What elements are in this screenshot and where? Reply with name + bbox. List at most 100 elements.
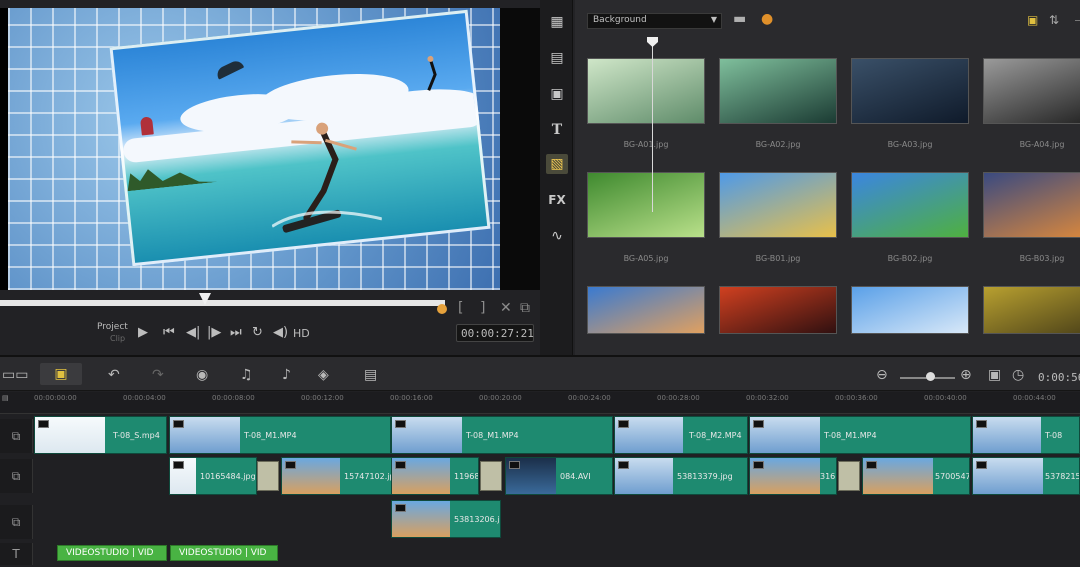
title-clip[interactable]: VIDEOSTUDIO | VID bbox=[57, 545, 167, 561]
timeline-clip[interactable]: 53813206.jpg bbox=[391, 500, 501, 538]
clock-icon[interactable]: ◷ bbox=[1012, 367, 1024, 383]
zoom-slider-knob[interactable] bbox=[926, 372, 935, 381]
library-thumbnail[interactable] bbox=[587, 286, 705, 334]
sort-icon[interactable]: ⇅ bbox=[1049, 13, 1059, 27]
instant-project-icon[interactable]: ▤ bbox=[546, 48, 568, 68]
timeline-clip[interactable]: T-08_M2.MP4 bbox=[614, 416, 748, 454]
previous-frame-icon[interactable]: ◀| bbox=[186, 325, 200, 340]
library-thumbnail[interactable] bbox=[719, 172, 837, 238]
storyboard-view-icon[interactable]: ▭▭ bbox=[2, 367, 28, 383]
ruler-tick-label: 00:00:36:00 bbox=[835, 394, 878, 402]
library-thumbnail-label: BG-B02.jpg bbox=[887, 254, 933, 263]
library-thumbnail[interactable] bbox=[983, 58, 1080, 124]
sound-mixer-icon[interactable]: ♫ bbox=[240, 367, 253, 383]
fit-project-icon[interactable]: ▣ bbox=[988, 367, 1001, 383]
library-thumbnail[interactable] bbox=[587, 172, 705, 238]
library-thumbnail[interactable] bbox=[851, 172, 969, 238]
folder-dropdown[interactable]: Background ▼ bbox=[587, 13, 722, 29]
enlarge-preview-icon[interactable]: ⧉ bbox=[520, 300, 530, 316]
timeline-clip[interactable]: 53813379.jpg bbox=[614, 457, 748, 495]
hd-preview-button[interactable]: HD bbox=[293, 327, 310, 340]
timeline-clip[interactable]: 084.AVI bbox=[505, 457, 613, 495]
transition-icon[interactable]: ▣ bbox=[546, 84, 568, 104]
library-thumbnail-label: BG-B01.jpg bbox=[755, 254, 801, 263]
home-icon[interactable]: ⏮ bbox=[163, 325, 175, 340]
overlay-track-1-header[interactable]: ⧉ bbox=[0, 459, 33, 493]
timeline-clip[interactable]: T-08_M1.MP4 bbox=[749, 416, 971, 454]
clip-type-icon bbox=[618, 420, 629, 428]
clip-label: T-08_M1.MP4 bbox=[244, 431, 297, 440]
preview-screen[interactable] bbox=[0, 8, 540, 290]
ruler-tick-label: 00:00:12:00 bbox=[301, 394, 344, 402]
clip-type-icon bbox=[509, 461, 520, 469]
record-capture-icon[interactable]: ◉ bbox=[196, 367, 208, 383]
split-clip-icon[interactable]: ✕ bbox=[500, 300, 512, 316]
next-frame-icon[interactable]: |▶ bbox=[207, 325, 221, 340]
transition-block[interactable] bbox=[257, 461, 279, 491]
fx-filter-icon[interactable]: FX bbox=[546, 190, 568, 210]
media-icon[interactable]: ▦ bbox=[546, 12, 568, 32]
timeline-ruler[interactable]: ▤ 00:00:00:00 00:00:04:00 00:00:08:00 00:00… bbox=[0, 392, 1080, 414]
mark-in-button[interactable]: [ bbox=[458, 300, 463, 316]
repeat-icon[interactable]: ↻ bbox=[252, 325, 263, 340]
title-icon[interactable]: T bbox=[546, 120, 568, 140]
graphic-icon[interactable]: ▧ bbox=[546, 154, 568, 174]
library-thumbnail[interactable] bbox=[983, 172, 1080, 238]
transition-block[interactable] bbox=[480, 461, 502, 491]
library-thumbnail[interactable] bbox=[719, 58, 837, 124]
timeline-view-icon[interactable]: ▣ bbox=[40, 363, 82, 385]
clip-mode-label[interactable]: Clip bbox=[110, 334, 125, 343]
timeline-clip[interactable]: 15747102.jpg bbox=[281, 457, 393, 495]
clip-type-icon bbox=[173, 461, 184, 469]
timeline-clip[interactable]: 5378215 bbox=[972, 457, 1080, 495]
volume-icon[interactable]: ◀) bbox=[273, 325, 288, 340]
zoom-in-icon[interactable]: ⊕ bbox=[960, 367, 972, 383]
video-track-header[interactable]: ⧉ bbox=[0, 419, 33, 453]
preview-timecode[interactable]: 00:00:27:21 bbox=[456, 324, 534, 342]
project-mode-label[interactable]: Project bbox=[97, 322, 128, 332]
timeline-clip[interactable]: T-08_M1.MP4 bbox=[169, 416, 391, 454]
ruler-tick-label: 00:00:04:00 bbox=[123, 394, 166, 402]
auto-music-icon[interactable]: ♪ bbox=[282, 367, 291, 383]
timeline-clip[interactable]: 11968 bbox=[391, 457, 479, 495]
library-thumbnail[interactable] bbox=[851, 58, 969, 124]
play-icon[interactable]: ▶ bbox=[138, 325, 148, 340]
library-thumbnail[interactable] bbox=[851, 286, 969, 334]
ruler-tick-label: 00:00:44:00 bbox=[1013, 394, 1056, 402]
timeline-clip[interactable]: T-08_M1.MP4 bbox=[391, 416, 613, 454]
library-thumbnail[interactable] bbox=[719, 286, 837, 334]
overlay-track-2-header[interactable]: ⧉ bbox=[0, 505, 33, 539]
zoom-out-icon[interactable]: ⊖ bbox=[876, 367, 888, 383]
timeline-clip[interactable]: T-08 bbox=[972, 416, 1080, 454]
library-content: Background ▼ ▬ ● ▣ ⇅ BG-A01.jpg BG-A02.jp… bbox=[575, 0, 1080, 355]
thumbnail-view-icon[interactable]: ▣ bbox=[1027, 13, 1038, 27]
subtitle-editor-icon[interactable]: ▤ bbox=[364, 367, 377, 383]
scrubber-end-marker[interactable] bbox=[437, 304, 447, 314]
preview-scrubber[interactable] bbox=[0, 300, 445, 306]
redo-icon[interactable]: ↷ bbox=[152, 367, 164, 383]
clip-label: 084.AVI bbox=[560, 472, 591, 481]
library-thumbnail[interactable] bbox=[587, 58, 705, 124]
clip-type-icon bbox=[753, 420, 764, 428]
playhead-line[interactable] bbox=[652, 38, 653, 212]
motion-tracking-icon[interactable]: ◈ bbox=[318, 367, 329, 383]
mark-out-button[interactable]: ] bbox=[480, 300, 485, 316]
library-zoom-slider[interactable] bbox=[1075, 20, 1080, 21]
path-icon[interactable]: ∿ bbox=[546, 226, 568, 246]
chevron-down-icon: ▼ bbox=[710, 15, 717, 24]
color-picker-icon[interactable]: ● bbox=[761, 11, 773, 27]
timeline-clip[interactable]: 10165484.jpg bbox=[169, 457, 257, 495]
end-icon[interactable]: ⏭ bbox=[230, 325, 242, 340]
browse-folder-icon[interactable]: ▬ bbox=[733, 11, 746, 27]
library-thumbnail[interactable] bbox=[983, 286, 1080, 334]
track-manager-icon[interactable]: ▤ bbox=[2, 394, 9, 402]
transition-block[interactable] bbox=[838, 461, 860, 491]
undo-icon[interactable]: ↶ bbox=[108, 367, 120, 383]
timeline-clip[interactable]: 5700547 bbox=[862, 457, 970, 495]
clip-type-icon bbox=[976, 461, 987, 469]
clip-label: T-08_M2.MP4 bbox=[689, 431, 742, 440]
title-clip[interactable]: VIDEOSTUDIO | VID bbox=[170, 545, 278, 561]
title-track-header[interactable]: T bbox=[0, 543, 33, 565]
timeline-clip[interactable]: 316 bbox=[749, 457, 837, 495]
timeline-clip[interactable]: T-08_S.mp4 bbox=[34, 416, 167, 454]
